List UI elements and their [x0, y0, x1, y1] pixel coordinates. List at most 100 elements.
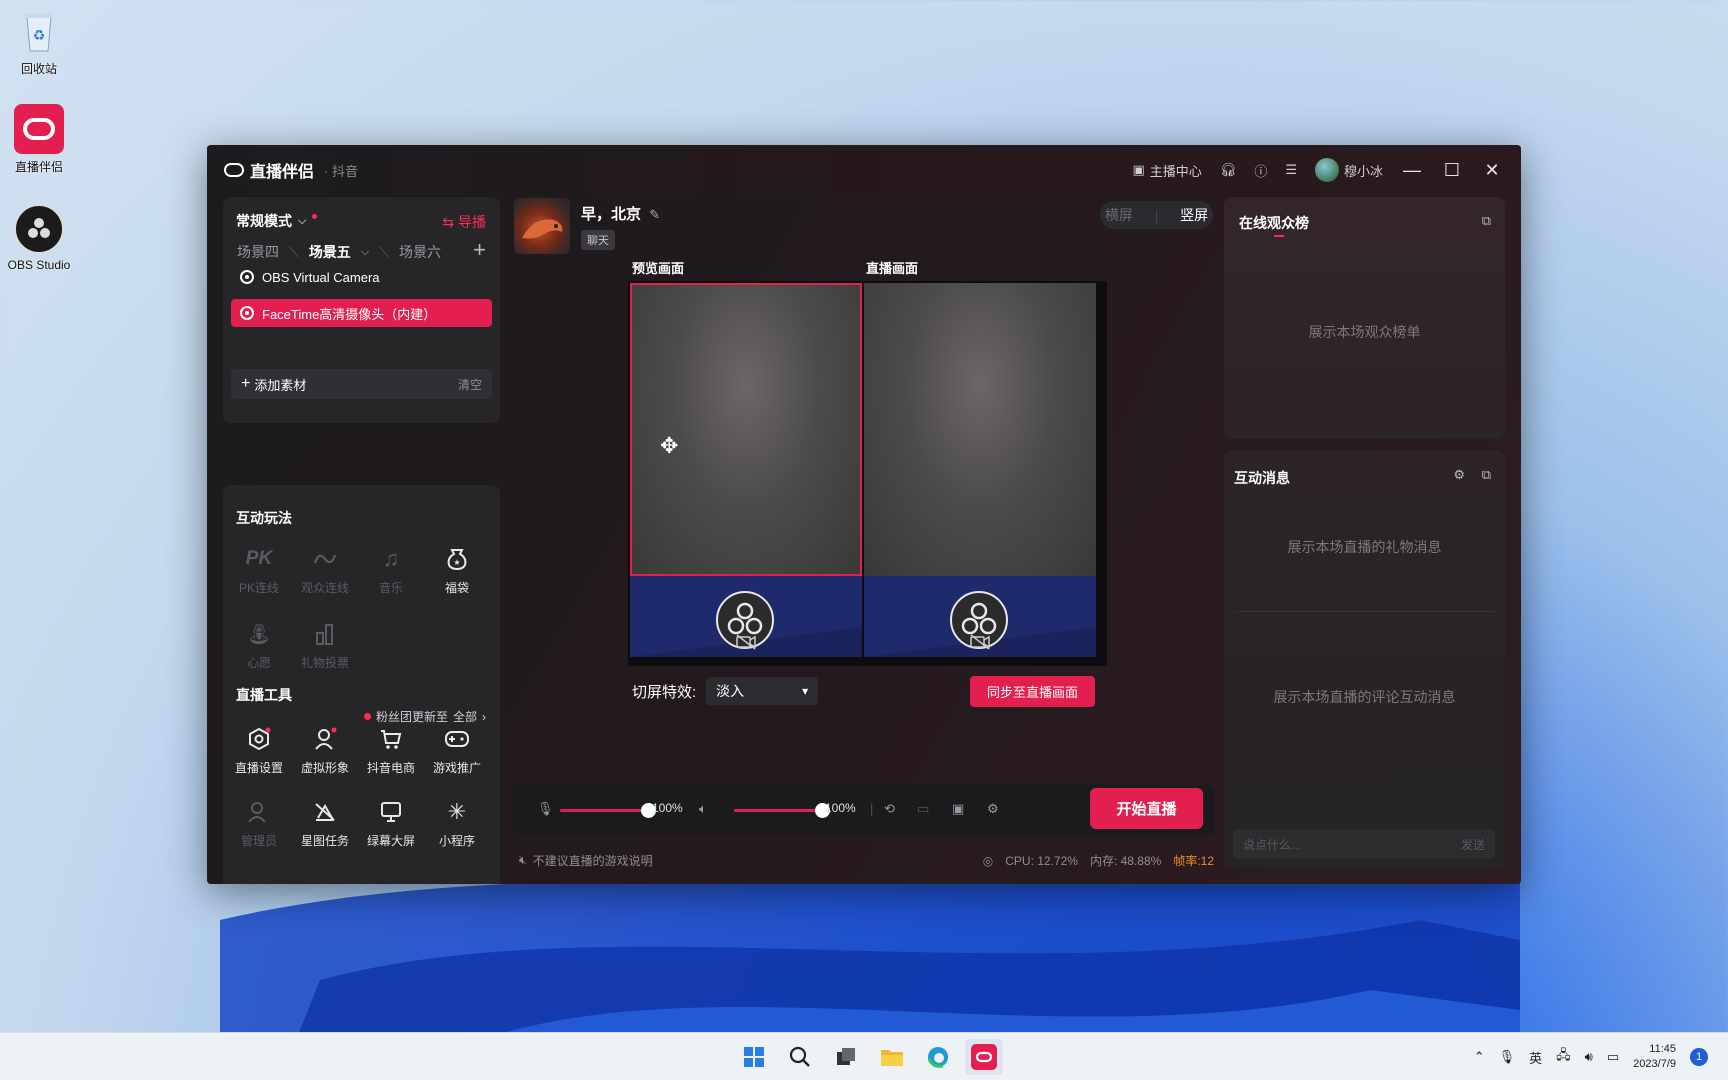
ime-indicator[interactable]: 英 [1529, 1048, 1542, 1067]
source-item-selected[interactable]: FaceTime高清摄像头（内建） [231, 299, 492, 327]
live-companion-icon [14, 104, 64, 154]
landscape-button[interactable]: 横屏 [1100, 205, 1138, 225]
tool-wish[interactable]: ⛲︎ 心愿 [226, 620, 292, 671]
scene-tabs: 场景四 ⟍ 场景五 ⌵ ⟍ 场景六 [237, 242, 441, 262]
obs-feed[interactable] [630, 576, 862, 657]
network-icon[interactable]: 🖧︎ [1556, 1046, 1571, 1068]
battery-icon[interactable]: ▭ [1607, 1049, 1619, 1065]
notification-badge[interactable]: 1 [1690, 1048, 1708, 1066]
clock[interactable]: 11:45 2023/7/9 [1633, 1042, 1676, 1072]
settings-icon[interactable]: ⚙ [1453, 467, 1465, 483]
desktop-icon-live-companion[interactable]: 直播伴侣 [0, 104, 78, 175]
tool-label: PK连线 [238, 581, 279, 595]
menu-icon[interactable]: ☰ [1285, 162, 1297, 178]
desktop-icon-recycle-bin[interactable]: ♻ 回收站 [0, 6, 78, 77]
add-material-button[interactable]: + 添加素材 清空 [231, 369, 492, 399]
popout-icon[interactable]: ⧉ [1482, 467, 1491, 483]
portrait-button[interactable]: 竖屏 [1175, 205, 1213, 225]
live-companion-taskbar-icon[interactable] [965, 1039, 1003, 1075]
camera-off-icon [970, 634, 990, 655]
user-name: 穆小冰 [1343, 163, 1383, 179]
mode-selector[interactable]: 常规模式 ⌵ [236, 211, 318, 231]
send-button[interactable]: 发送 [1461, 836, 1485, 853]
tool-live-settings[interactable]: 直播设置 [226, 725, 292, 776]
interaction-title: 互动玩法 [236, 510, 292, 526]
desktop-icon-label: 直播伴侣 [14, 160, 63, 174]
tool-lucky-bag[interactable]: ★ 福袋 [424, 545, 490, 596]
live-companion-window: 直播伴侣 · 抖音 ▣ 主播中心 🎧︎ ⓘ ☰ 穆小冰 — ☐ ✕ 常规模式 ⌵ [207, 145, 1521, 884]
speaker-icon[interactable]: 🔈︎ [699, 801, 707, 817]
sync-to-live-button[interactable]: 同步至直播画面 [970, 676, 1095, 707]
start-menu-icon[interactable] [735, 1039, 773, 1075]
camera-feed[interactable] [630, 283, 862, 576]
preview-canvas[interactable]: ✥ [630, 283, 862, 657]
all-link[interactable]: 全部 [453, 708, 477, 725]
user-profile[interactable]: 穆小冰 [1314, 158, 1383, 182]
source-item[interactable]: OBS Virtual Camera [231, 263, 492, 291]
popout-icon[interactable]: ⧉ [1482, 213, 1491, 229]
platform-label: · 抖音 [324, 163, 358, 179]
title-actions: ▣ 主播中心 🎧︎ ⓘ ☰ 穆小冰 — ☐ ✕ [1132, 145, 1503, 195]
room-title[interactable]: 早，北京 ✎ [581, 203, 660, 224]
close-icon[interactable]: ✕ [1481, 160, 1503, 181]
chat-input[interactable]: 说点什么... 发送 [1233, 829, 1495, 859]
scene-tab[interactable]: 场景六 [399, 242, 441, 262]
microphone-icon[interactable]: 🎙︎ [537, 801, 554, 817]
help-icon[interactable]: ⓘ [1254, 161, 1267, 180]
minimize-icon[interactable]: — [1401, 160, 1423, 181]
speaker-volume-value: 100% [825, 801, 856, 815]
settings-icon[interactable]: ⚙ [987, 801, 999, 817]
tool-game-promo[interactable]: 游戏推广 [424, 725, 490, 776]
game-note[interactable]: 🔇︎ 不建议直播的游戏说明 [519, 852, 653, 869]
task-view-icon[interactable] [827, 1039, 865, 1075]
speaker-volume-fill [734, 809, 822, 812]
search-icon[interactable] [781, 1039, 819, 1075]
rotate-icon[interactable]: ⟲ [884, 801, 895, 817]
microphone-icon[interactable]: 🎙︎ [1499, 1049, 1516, 1065]
tool-green-screen[interactable]: 绿幕大屏 [358, 798, 424, 849]
tool-ecommerce[interactable]: 抖音电商 [358, 725, 424, 776]
fan-club-note[interactable]: 粉丝团更新至 全部 › [363, 708, 486, 725]
add-material-label: 添加素材 [254, 377, 307, 393]
add-scene-icon[interactable]: + [473, 237, 486, 263]
volume-icon[interactable]: 🔊︎ [1585, 1049, 1593, 1065]
clear-button[interactable]: 清空 [458, 376, 482, 393]
category-tag[interactable]: 聊天 [581, 230, 615, 250]
live-settings-icon [226, 725, 292, 753]
desktop-icon-obs[interactable]: OBS Studio [0, 204, 78, 272]
tool-label: 管理员 [240, 834, 277, 848]
video-icon[interactable]: ▣ [952, 801, 964, 817]
scene-tab-active[interactable]: 场景五 [309, 242, 351, 262]
camera-source-icon [240, 270, 254, 284]
chevron-down-icon: ▾ [802, 684, 809, 698]
host-center-button[interactable]: ▣ 主播中心 [1132, 161, 1201, 180]
tool-star-task[interactable]: 星图任务 [292, 798, 358, 849]
edit-icon[interactable]: ✎ [649, 207, 660, 222]
edge-browser-icon[interactable] [919, 1039, 957, 1075]
tool-avatar[interactable]: 虚拟形象 [292, 725, 358, 776]
admin-icon [226, 798, 292, 826]
tool-audience-link[interactable]: 观众连线 [292, 545, 358, 596]
speaker-volume-slider[interactable] [734, 803, 830, 818]
chevron-down-icon[interactable]: ⌵ [361, 246, 369, 259]
green-screen-icon [358, 798, 424, 826]
headset-icon[interactable]: 🎧︎ [1220, 162, 1237, 178]
chevron-up-icon[interactable]: ⌃ [1474, 1049, 1485, 1065]
lucky-bag-icon: ★ [424, 545, 490, 573]
tool-admin[interactable]: 管理员 [226, 798, 292, 849]
guide-button[interactable]: ⇆ 导播 [442, 212, 486, 232]
screen-icon[interactable]: ▭ [917, 801, 929, 817]
tool-pk[interactable]: PK PK连线 [226, 545, 292, 596]
tool-gift-vote[interactable]: 礼物投票 [292, 620, 358, 671]
source-label: OBS Virtual Camera [262, 269, 380, 285]
mic-volume-slider[interactable] [560, 803, 656, 818]
scene-tab[interactable]: 场景四 [237, 242, 279, 262]
start-live-button[interactable]: 开始直播 [1090, 788, 1203, 829]
tool-mini-program[interactable]: ✳ 小程序 [424, 798, 490, 849]
room-cover-image[interactable] [514, 198, 570, 254]
fan-note-text: 粉丝团更新至 [375, 710, 448, 724]
switch-effect-select[interactable]: 淡入 ▾ [706, 677, 819, 705]
file-explorer-icon[interactable] [873, 1039, 911, 1075]
maximize-icon[interactable]: ☐ [1441, 160, 1463, 181]
tool-music[interactable]: ♫ 音乐 [358, 545, 424, 596]
